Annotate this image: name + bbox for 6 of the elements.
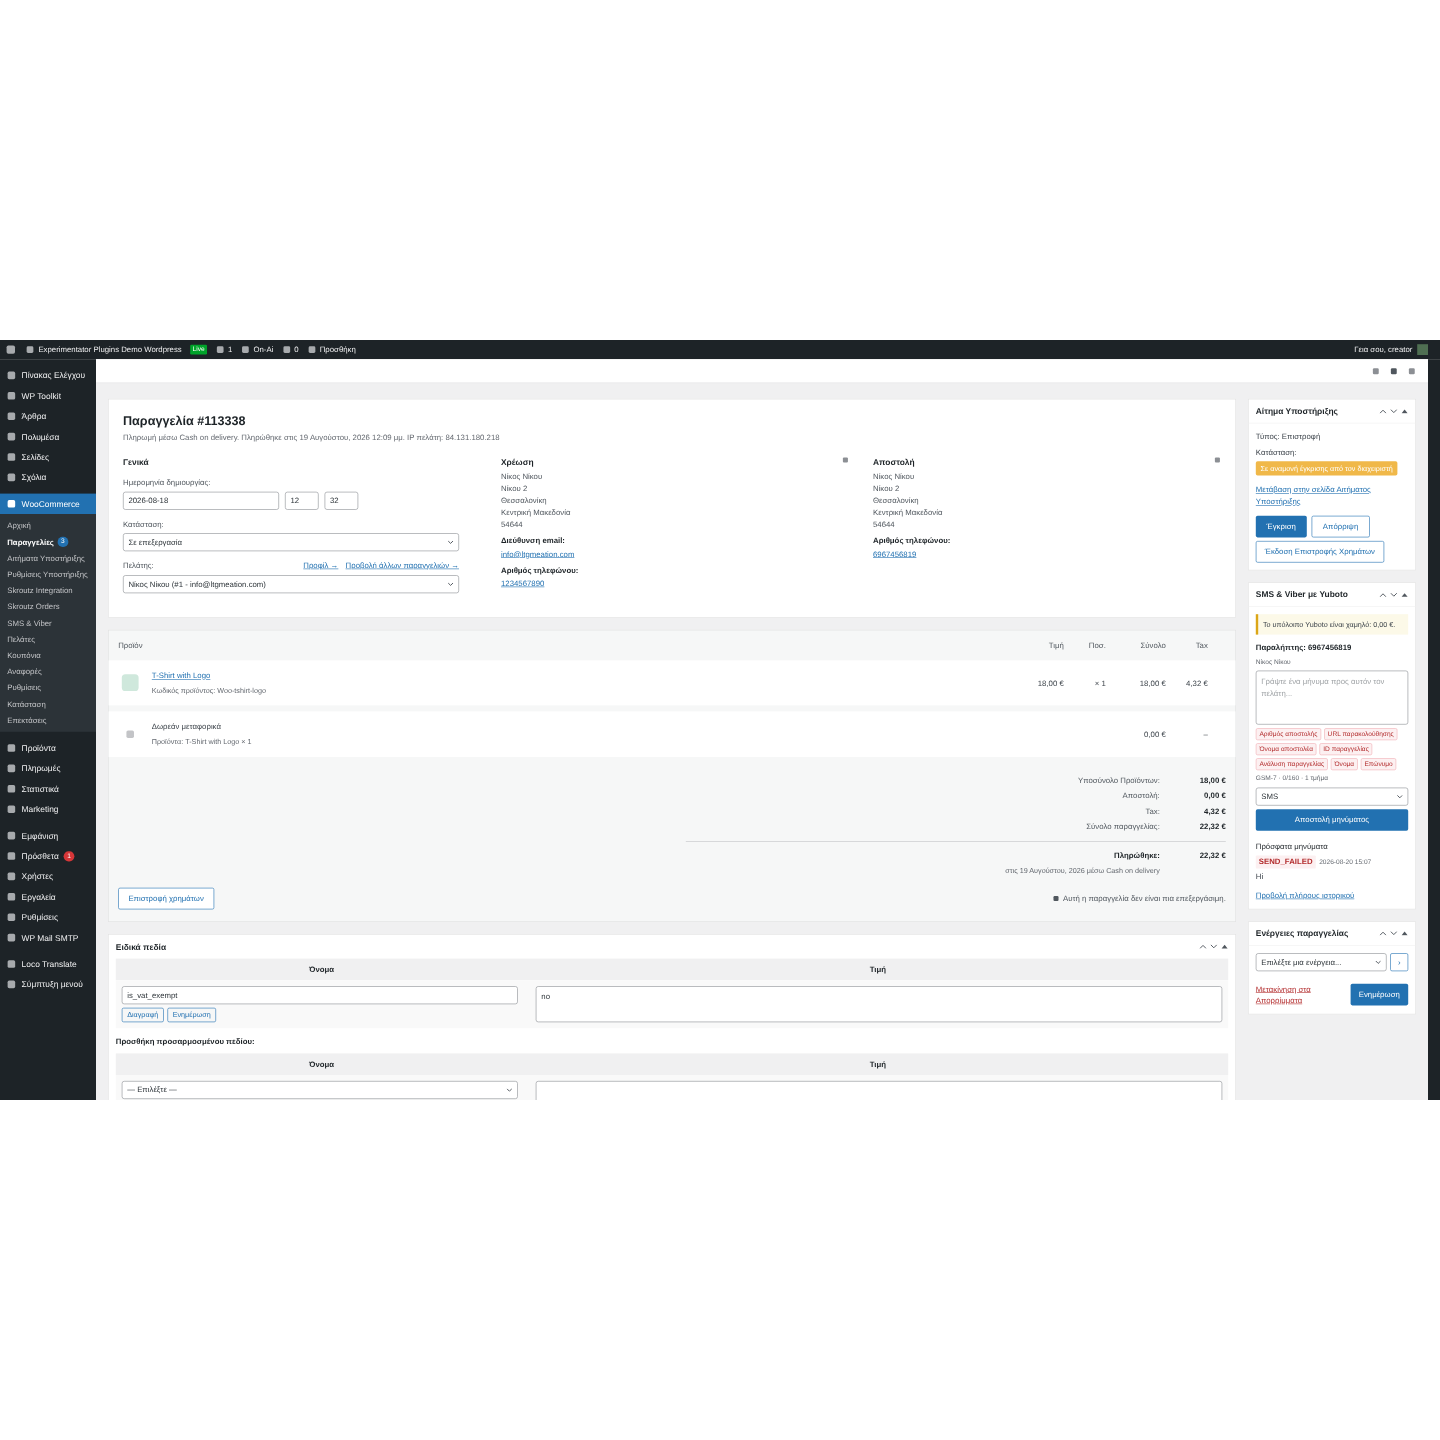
toggle-panel-icon[interactable] bbox=[1401, 408, 1409, 414]
avatar-icon bbox=[1417, 344, 1428, 355]
toggle-panel-icon[interactable] bbox=[1401, 931, 1409, 936]
scrollbar[interactable] bbox=[1428, 359, 1440, 1100]
toggle-panel-icon[interactable] bbox=[1401, 592, 1409, 598]
toggle-panel-icon[interactable] bbox=[1221, 944, 1229, 949]
